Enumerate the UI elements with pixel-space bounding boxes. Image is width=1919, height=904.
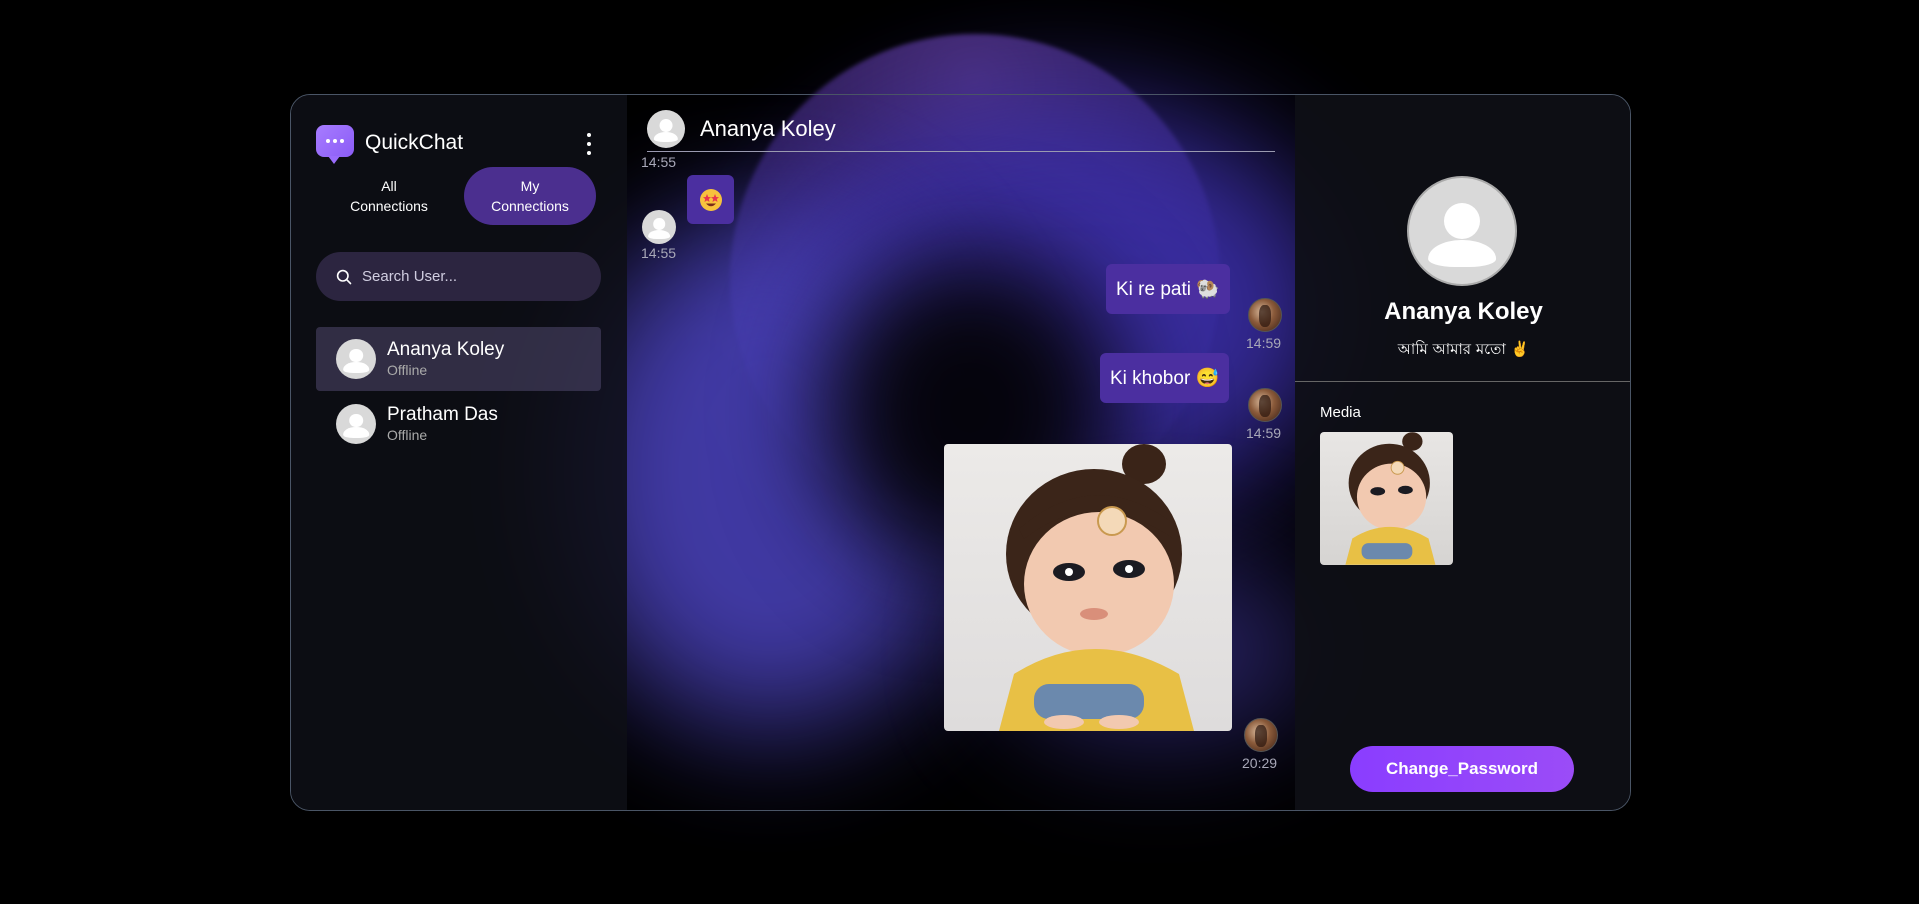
app-title: QuickChat (365, 131, 464, 154)
message-time: 20:29 (1242, 755, 1278, 771)
message-time: 14:55 (641, 245, 677, 261)
avatar[interactable] (647, 110, 685, 148)
sidebar: QuickChat All Connections My Connections… (291, 95, 627, 810)
chat-area: Ananya Koley 14:55 14:55 Ki re pati 🐏 14… (627, 95, 1295, 810)
message-bubble-sent: Ki re pati 🐏 (1106, 264, 1230, 314)
chat-header: Ananya Koley (647, 107, 1275, 152)
app-window: QuickChat All Connections My Connections… (290, 94, 1631, 811)
message-bubble-received (687, 175, 734, 224)
star-struck-emoji-icon (699, 188, 722, 211)
message-bubble-sent: Ki khobor 😅 (1100, 353, 1230, 403)
user-avatar (1248, 388, 1282, 422)
avatar (336, 339, 376, 379)
tab-my-connections[interactable]: My Connections (464, 167, 596, 225)
contact-status: Offline (387, 362, 428, 378)
profile-avatar (1407, 176, 1517, 286)
contact-name: Pratham Das (387, 404, 498, 425)
search-input[interactable] (362, 268, 592, 285)
message-time: 14:59 (1246, 335, 1282, 351)
message-time: 14:59 (1246, 425, 1282, 441)
more-options-icon[interactable] (584, 133, 594, 155)
contact-status: Offline (387, 427, 428, 443)
avatar (642, 210, 676, 244)
profile-panel: Ananya Koley আমি আমার মতো ✌️ Media Chang… (1295, 95, 1630, 810)
media-thumbnail[interactable] (1320, 432, 1453, 565)
cartoon-girl-thumbnail (1345, 432, 1436, 565)
contact-item-ananya-koley[interactable]: Ananya Koley Offline (316, 327, 601, 391)
media-label: Media (1320, 404, 1361, 421)
chat-logo-icon (316, 125, 354, 164)
chat-contact-name: Ananya Koley (700, 116, 836, 141)
profile-name: Ananya Koley (1384, 298, 1543, 325)
contact-name: Ananya Koley (387, 339, 505, 360)
tab-all-connections[interactable]: All Connections (323, 167, 455, 225)
user-avatar (1248, 298, 1282, 332)
cartoon-girl-image (999, 444, 1194, 731)
avatar (336, 404, 376, 444)
divider (1295, 381, 1630, 382)
contact-item-pratham-das[interactable]: Pratham Das Offline (316, 392, 601, 456)
user-avatar (1244, 718, 1278, 752)
search-bar (316, 252, 601, 301)
search-icon (336, 269, 352, 284)
change-password-button[interactable]: Change_Password (1350, 746, 1574, 792)
sent-image-cartoon-girl[interactable] (944, 444, 1232, 731)
profile-bio: আমি আমার মতো ✌️ (1397, 340, 1530, 358)
message-time: 14:55 (641, 154, 677, 170)
